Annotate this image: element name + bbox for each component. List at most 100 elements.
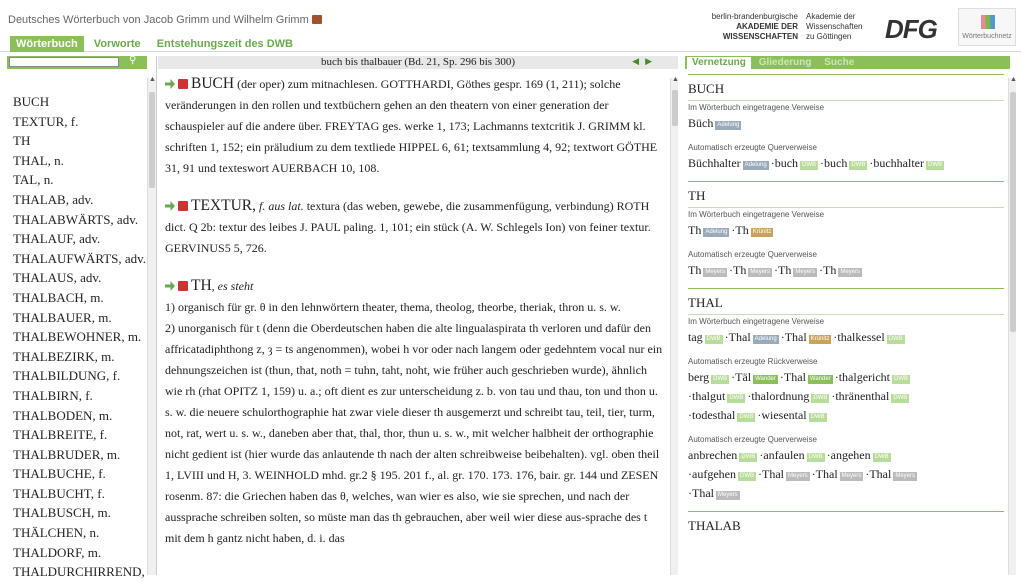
- search-input[interactable]: [9, 57, 119, 67]
- lemma-list-item[interactable]: TAL, n.: [13, 170, 146, 190]
- entry-buch: BUCH (der oper) zum mitnachlesen. GOTTHA…: [165, 75, 658, 175]
- ref-section-thalab: THALAB: [688, 511, 1004, 537]
- lemma-list: BUCH TEXTUR, f. TH THAL, n. TAL, n. THALAB, a…: [13, 92, 146, 582]
- scroll-up-icon[interactable]: ▲: [1009, 76, 1018, 83]
- lemma-scrollbar[interactable]: ▲: [147, 76, 157, 575]
- ref-link[interactable]: Täl: [735, 370, 751, 384]
- lemma-list-item[interactable]: THALBUSCH, m.: [13, 503, 146, 523]
- lemma-list-item[interactable]: BUCH: [13, 92, 146, 112]
- lemma-list-item[interactable]: THALDORF, m.: [13, 543, 146, 563]
- scroll-thumb[interactable]: [149, 92, 155, 188]
- scroll-up-icon[interactable]: ▲: [148, 76, 157, 83]
- goettingen-logo[interactable]: Akademie der Wissenschaften zu Göttingen: [806, 12, 880, 42]
- lemma-list-item[interactable]: THALBODEN, m.: [13, 406, 146, 426]
- arrow-right-icon[interactable]: [165, 79, 175, 89]
- article-entries: BUCH (der oper) zum mitnachlesen. GOTTHA…: [165, 73, 665, 565]
- ref-link[interactable]: tag: [688, 330, 703, 344]
- bbaw-logo[interactable]: berlin-brandenburgische AKADEMIE DER WISS…: [668, 12, 798, 42]
- pdf-icon[interactable]: [178, 79, 188, 89]
- article-panel: buch bis thalbauer (Bd. 21, Sp. 296 bis …: [158, 56, 679, 575]
- lemma-list-item[interactable]: THALBUCHE, f.: [13, 464, 146, 484]
- tab-vorworte[interactable]: Vorworte: [88, 36, 147, 52]
- lemma-list-item[interactable]: TH: [13, 131, 146, 151]
- lemma-list-item[interactable]: THALAUFWÄRTS, adv.: [13, 249, 146, 269]
- tab-entstehungszeit[interactable]: Entstehungszeit des DWB: [151, 36, 299, 52]
- ref-link[interactable]: Th: [823, 263, 836, 277]
- lemma-list-item[interactable]: THALABWÄRTS, adv.: [13, 210, 146, 230]
- lemma-list-item[interactable]: THÄLCHEN, n.: [13, 523, 146, 543]
- lemma-list-item[interactable]: THALBIRN, f.: [13, 386, 146, 406]
- tab-woerterbuch[interactable]: Wörterbuch: [10, 36, 84, 52]
- ref-link[interactable]: berg: [688, 370, 709, 384]
- chevron-right-icon[interactable]: ▶: [645, 56, 658, 66]
- dfg-logo[interactable]: DFG: [885, 14, 938, 45]
- ref-link[interactable]: thalordnung: [751, 389, 809, 403]
- lemma-list-item[interactable]: THALAUF, adv.: [13, 229, 146, 249]
- lemma-list-item[interactable]: THALBACH, m.: [13, 288, 146, 308]
- ref-link[interactable]: Thal: [785, 330, 807, 344]
- lemma-list-item[interactable]: TEXTUR, f.: [13, 112, 146, 132]
- ref-link[interactable]: Büchhalter: [688, 156, 741, 170]
- pdf-icon[interactable]: [178, 201, 188, 211]
- ref-link[interactable]: buch: [824, 156, 847, 170]
- lemma-list-item[interactable]: THALDURCHIRREND,: [13, 562, 146, 582]
- search-icon[interactable]: ⚲: [129, 55, 136, 66]
- ref-link[interactable]: Thal: [692, 486, 714, 500]
- lemma-list-item[interactable]: THALBUCHT, f.: [13, 484, 146, 504]
- ref-link[interactable]: thränenthal: [835, 389, 889, 403]
- source-tag: Adelung: [715, 121, 742, 130]
- lemma-list-item[interactable]: THALBEWOHNER, m.: [13, 327, 146, 347]
- woerterbuchnetz-logo[interactable]: Wörterbuchnetz: [958, 8, 1016, 46]
- ref-link[interactable]: thalkessel: [837, 330, 884, 344]
- ref-link[interactable]: anfaulen: [763, 448, 804, 462]
- book-icon[interactable]: [311, 15, 322, 24]
- ref-link[interactable]: buchhalter: [873, 156, 924, 170]
- ref-link[interactable]: Th: [733, 263, 746, 277]
- ref-link[interactable]: Thal: [784, 370, 806, 384]
- ref-link[interactable]: anbrechen: [688, 448, 737, 462]
- arrow-right-icon[interactable]: [165, 281, 175, 291]
- ref-link[interactable]: Büch: [688, 116, 713, 130]
- lemma-list-item[interactable]: THALAB, adv.: [13, 190, 146, 210]
- ref-section-thal: THAL Im Wörterbuch eingetragene Verweise…: [688, 288, 1004, 503]
- tab-vernetzung[interactable]: Vernetzung: [687, 57, 751, 69]
- ref-link[interactable]: Thal: [729, 330, 751, 344]
- ref-link[interactable]: Thal: [762, 467, 784, 481]
- search-bar: ⚲: [7, 55, 147, 69]
- ref-link[interactable]: Th: [688, 263, 701, 277]
- ref-link[interactable]: Th: [778, 263, 791, 277]
- ref-link[interactable]: thalgericht: [839, 370, 890, 384]
- chevron-left-icon[interactable]: ◀: [632, 56, 645, 66]
- ref-link[interactable]: angehen: [831, 448, 871, 462]
- lemma-list-item[interactable]: THALBILDUNG, f.: [13, 366, 146, 386]
- article-scrollbar[interactable]: ▲: [670, 76, 680, 575]
- ref-link[interactable]: wiesental: [761, 408, 806, 422]
- scroll-up-icon[interactable]: ▲: [671, 76, 680, 83]
- ref-link[interactable]: aufgehen: [692, 467, 736, 481]
- lemma-list-item[interactable]: THALBRUDER, m.: [13, 445, 146, 465]
- arrow-right-icon[interactable]: [165, 201, 175, 211]
- scroll-thumb[interactable]: [672, 90, 678, 126]
- lemma-list-item[interactable]: THALBREITE, f.: [13, 425, 146, 445]
- lemma-list-item[interactable]: THAL, n.: [13, 151, 146, 171]
- reference-scrollbar[interactable]: ▲: [1008, 76, 1018, 575]
- pdf-icon[interactable]: [178, 281, 188, 291]
- entry-textur: TEXTUR, f. aus lat. textura (das weben, …: [165, 197, 651, 255]
- ref-link[interactable]: buch: [775, 156, 798, 170]
- ref-link[interactable]: Thal: [869, 467, 891, 481]
- lemma-list-item[interactable]: THALAUS, adv.: [13, 268, 146, 288]
- woerterbuchnetz-icon: [981, 15, 995, 29]
- scroll-thumb[interactable]: [1010, 92, 1016, 332]
- ref-link[interactable]: todesthal: [692, 408, 735, 422]
- app-title: Deutsches Wörterbuch von Jacob Grimm und…: [8, 14, 322, 26]
- ref-link[interactable]: Thal: [816, 467, 838, 481]
- lemma-panel: ⚲ BUCH TEXTUR, f. TH THAL, n. TAL, n. THALAB,…: [7, 55, 157, 579]
- ref-link[interactable]: Th: [735, 223, 748, 237]
- ref-link[interactable]: thalgut: [692, 389, 725, 403]
- lemma-list-item[interactable]: THALBAUER, m.: [13, 308, 146, 328]
- lemma-list-item[interactable]: THALBEZIRK, m.: [13, 347, 146, 367]
- article-header: buch bis thalbauer (Bd. 21, Sp. 296 bis …: [158, 56, 678, 69]
- tab-gliederung[interactable]: Gliederung: [754, 56, 817, 69]
- ref-link[interactable]: Th: [688, 223, 701, 237]
- tab-suche[interactable]: Suche: [819, 56, 859, 69]
